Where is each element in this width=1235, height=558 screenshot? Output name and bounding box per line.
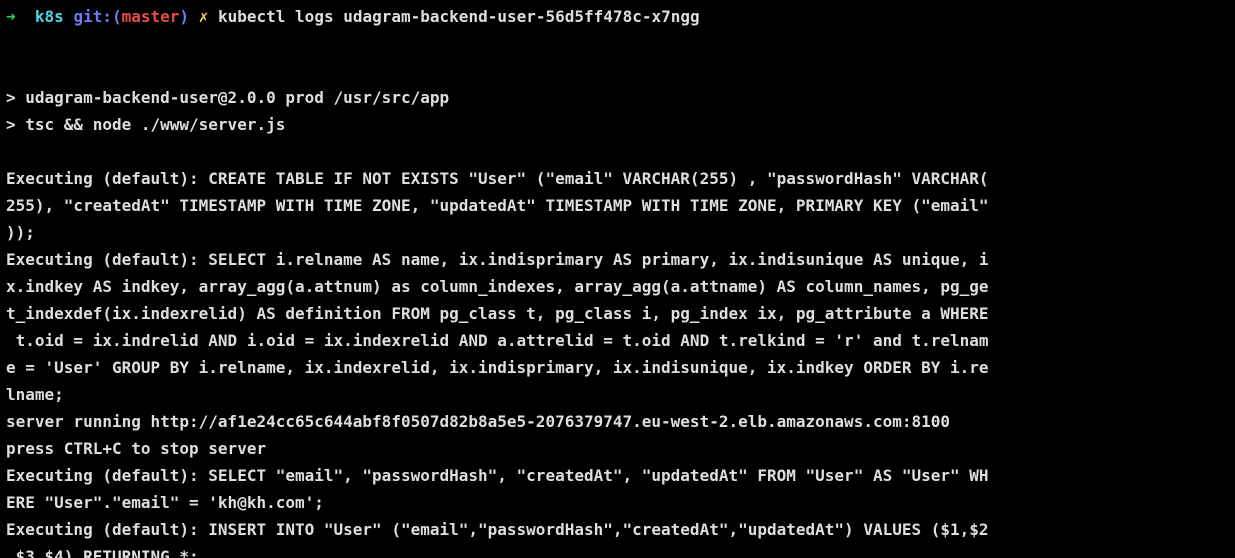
terminal-window[interactable]: ➜ k8s git:(master) ✗ kubectl logs udagra…: [0, 0, 1235, 558]
output-line: 255), "createdAt" TIMESTAMP WITH TIME ZO…: [6, 196, 989, 215]
output-line: server running http://af1e24cc65c644abf8…: [6, 412, 951, 431]
output-line: press CTRL+C to stop server: [6, 439, 267, 458]
output-line: ,$3,$4) RETURNING *;: [6, 547, 199, 558]
output-line: t.oid = ix.indrelid AND i.oid = ix.index…: [6, 331, 989, 350]
prompt-directory: k8s: [34, 7, 64, 26]
output-line: Executing (default): INSERT INTO "User" …: [6, 520, 989, 539]
output-line: ));: [6, 223, 35, 242]
prompt-git-label: git:(: [73, 7, 122, 26]
output-line: e = 'User' GROUP BY i.relname, ix.indexr…: [6, 358, 989, 377]
entered-command: kubectl logs udagram-backend-user-56d5ff…: [217, 7, 700, 26]
prompt-git-branch: master: [121, 7, 180, 26]
command-output: > udagram-backend-user@2.0.0 prod /usr/s…: [6, 30, 1235, 558]
prompt-dirty-marker-icon: ✗: [198, 7, 209, 26]
output-line: Executing (default): SELECT i.relname AS…: [6, 250, 989, 269]
output-line: t_indexdef(ix.indexrelid) AS definition …: [6, 304, 989, 323]
output-line: Executing (default): CREATE TABLE IF NOT…: [6, 169, 989, 188]
output-line: ERE "User"."email" = 'kh@kh.com';: [6, 493, 324, 512]
command-prompt-line: ➜ k8s git:(master) ✗ kubectl logs udagra…: [6, 3, 1235, 30]
prompt-arrow-icon: ➜: [6, 7, 16, 26]
output-line: lname;: [6, 385, 64, 404]
output-line: Executing (default): SELECT "email", "pa…: [6, 466, 989, 485]
output-line: > tsc && node ./www/server.js: [6, 115, 286, 134]
output-line: x.indkey AS indkey, array_agg(a.attnum) …: [6, 277, 989, 296]
prompt-git-close: ): [179, 7, 190, 26]
output-line: > udagram-backend-user@2.0.0 prod /usr/s…: [6, 88, 450, 107]
